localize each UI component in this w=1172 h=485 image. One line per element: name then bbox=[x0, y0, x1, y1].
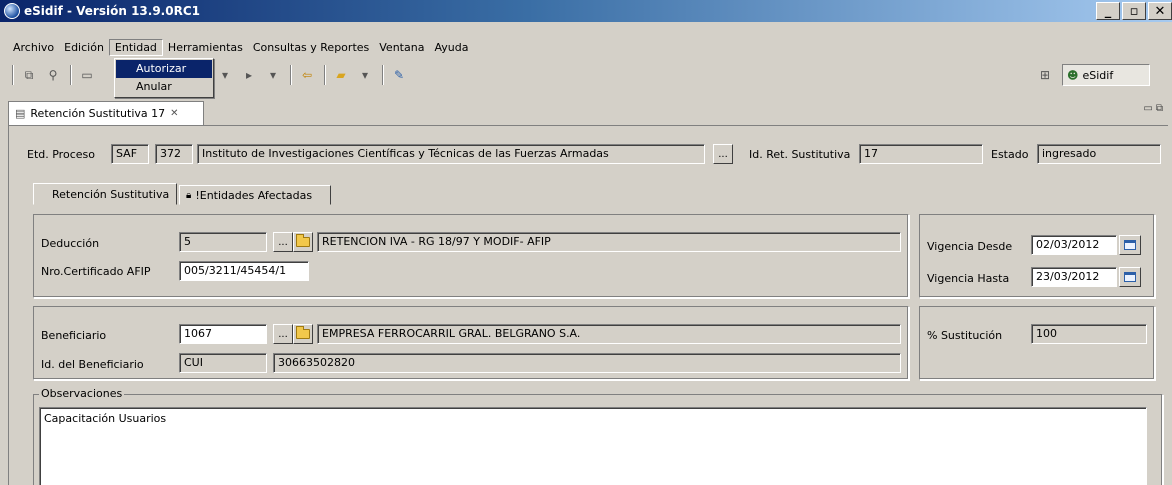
menu-ventana[interactable]: Ventana bbox=[374, 40, 429, 55]
beneficiario-label: Beneficiario bbox=[41, 329, 107, 342]
menu-entidad[interactable]: Entidad bbox=[108, 38, 163, 56]
toolbar-separator bbox=[324, 65, 326, 85]
id-beneficiario-type-field: CUI bbox=[179, 353, 267, 373]
vigencia-desde-input[interactable]: 02/03/2012 bbox=[1031, 235, 1117, 255]
window-controls: _ ▫ ✕ bbox=[1096, 2, 1172, 20]
arrow-left-icon[interactable]: ⇦ bbox=[296, 65, 318, 85]
editor-tab-retencion[interactable]: ▤ Retención Sustitutiva 17 ✕ bbox=[8, 101, 204, 125]
sustitucion-field: 100 bbox=[1031, 324, 1147, 344]
menu-item-anular[interactable]: Anular bbox=[116, 78, 212, 96]
toolbar-separator bbox=[70, 65, 72, 85]
deduccion-group bbox=[33, 214, 909, 298]
toolbar-separator bbox=[290, 65, 292, 85]
subtab-entidades-afectadas[interactable]: 🔒︎ !Entidades Afectadas bbox=[179, 185, 331, 205]
menu-ayuda[interactable]: Ayuda bbox=[429, 40, 473, 55]
etd-code-field: SAF bbox=[111, 144, 149, 164]
menu-herramientas[interactable]: Herramientas bbox=[163, 40, 248, 55]
lock-icon: 🔒︎ bbox=[186, 189, 192, 201]
deduccion-folder-button[interactable] bbox=[293, 232, 313, 252]
menu-consultas-reportes[interactable]: Consultas y Reportes bbox=[248, 40, 374, 55]
folder-icon bbox=[296, 326, 310, 339]
window-title: eSidif - Versión 13.9.0RC1 bbox=[24, 4, 200, 18]
menu-archivo[interactable]: Archivo bbox=[8, 40, 59, 55]
editor-area: Etd. Proceso SAF 372 Instituto de Invest… bbox=[8, 125, 1168, 485]
calendar-icon bbox=[1124, 272, 1136, 282]
app-logo-icon bbox=[4, 3, 20, 19]
observaciones-legend: Observaciones bbox=[39, 387, 125, 400]
maximize-view-icon[interactable]: ⧉ bbox=[1156, 103, 1166, 114]
subtab-label: Retención Sustitutiva bbox=[52, 187, 170, 201]
vigencia-hasta-label: Vigencia Hasta bbox=[927, 272, 1010, 285]
users-icon: ☻ bbox=[1067, 68, 1079, 82]
estado-label: Estado bbox=[991, 148, 1029, 161]
edit-document-icon[interactable]: ✎ bbox=[388, 65, 410, 85]
perspective-esidif-button[interactable]: ☻ eSidif bbox=[1062, 64, 1150, 86]
estado-field: ingresado bbox=[1037, 144, 1161, 164]
perspective-label: eSidif bbox=[1082, 68, 1114, 82]
dropdown-arrow-icon[interactable]: ▾ bbox=[262, 65, 284, 85]
menu-edicion[interactable]: Edición bbox=[59, 40, 109, 55]
etd-lookup-button[interactable]: ... bbox=[713, 144, 733, 164]
minimize-view-icon[interactable]: ▭ bbox=[1143, 103, 1155, 114]
cert-afip-label: Nro.Certificado AFIP bbox=[41, 265, 151, 278]
sustitucion-label: % Sustitución bbox=[927, 329, 1003, 342]
id-ret-label: Id. Ret. Sustitutiva bbox=[749, 148, 851, 161]
link-icon[interactable]: ⚲ bbox=[42, 65, 64, 85]
toolbar-separator bbox=[12, 65, 14, 85]
beneficiario-lookup-button[interactable]: ... bbox=[273, 324, 293, 344]
id-beneficiario-value-field: 30663502820 bbox=[273, 353, 901, 373]
etd-proceso-label: Etd. Proceso bbox=[27, 148, 95, 161]
open-perspective-icon[interactable]: ⊞ bbox=[1034, 65, 1056, 85]
title-bar: eSidif - Versión 13.9.0RC1 _ ▫ ✕ bbox=[0, 0, 1172, 22]
deduccion-lookup-button[interactable]: ... bbox=[273, 232, 293, 252]
observaciones-textarea[interactable]: Capacitación Usuarios bbox=[39, 407, 1147, 485]
folder-icon bbox=[296, 234, 310, 247]
open-folder-icon[interactable]: ▰ bbox=[330, 65, 352, 85]
dropdown-arrow-icon[interactable]: ▾ bbox=[214, 65, 236, 85]
perspective-bar: ⊞ ☻ eSidif bbox=[1034, 64, 1150, 86]
entidad-dropdown-menu: Autorizar Anular bbox=[114, 58, 214, 98]
new-document-icon[interactable]: ▭ bbox=[76, 65, 98, 85]
beneficiario-name-field: EMPRESA FERROCARRIL GRAL. BELGRANO S.A. bbox=[317, 324, 901, 344]
close-tab-icon[interactable]: ✕ bbox=[170, 108, 178, 119]
close-button[interactable]: ✕ bbox=[1148, 2, 1172, 20]
subtab-label: !Entidades Afectadas bbox=[195, 188, 313, 202]
forward-icon[interactable]: ▸ bbox=[238, 65, 260, 85]
editor-tab-label: Retención Sustitutiva 17 bbox=[30, 107, 166, 120]
menu-item-autorizar[interactable]: Autorizar bbox=[116, 60, 212, 78]
beneficiario-folder-button[interactable] bbox=[293, 324, 313, 344]
editor-tab-bar: ▤ Retención Sustitutiva 17 ✕ ▭⧉ bbox=[8, 101, 1172, 125]
beneficiario-code-input[interactable]: 1067 bbox=[179, 324, 267, 344]
etd-name-field: Instituto de Investigaciones Científicas… bbox=[197, 144, 705, 164]
menu-bar: Archivo Edición Entidad Herramientas Con… bbox=[0, 38, 473, 56]
restore-view-icon[interactable]: ⧉ bbox=[18, 65, 40, 85]
maximize-button[interactable]: ▫ bbox=[1122, 2, 1146, 20]
id-ret-field: 17 bbox=[859, 144, 983, 164]
calendar-icon bbox=[1124, 240, 1136, 250]
id-beneficiario-label: Id. del Beneficiario bbox=[41, 358, 144, 371]
etd-number-field: 372 bbox=[155, 144, 193, 164]
dropdown-arrow-icon[interactable]: ▾ bbox=[354, 65, 376, 85]
deduccion-description-field: RETENCION IVA - RG 18/97 Y MODIF- AFIP bbox=[317, 232, 901, 252]
vigencia-hasta-input[interactable]: 23/03/2012 bbox=[1031, 267, 1117, 287]
toolbar-separator bbox=[382, 65, 384, 85]
vigencia-desde-calendar-button[interactable] bbox=[1119, 235, 1141, 255]
cert-afip-input[interactable]: 005/3211/45454/1 bbox=[179, 261, 309, 281]
subtab-retencion-sustitutiva[interactable]: Retención Sustitutiva bbox=[33, 183, 177, 205]
view-controls: ▭⧉ bbox=[1143, 103, 1166, 114]
deduccion-code-field: 5 bbox=[179, 232, 267, 252]
document-icon: ▤ bbox=[15, 107, 26, 120]
deduccion-label: Deducción bbox=[41, 237, 100, 250]
minimize-button[interactable]: _ bbox=[1096, 2, 1120, 20]
vigencia-hasta-calendar-button[interactable] bbox=[1119, 267, 1141, 287]
vigencia-desde-label: Vigencia Desde bbox=[927, 240, 1013, 253]
